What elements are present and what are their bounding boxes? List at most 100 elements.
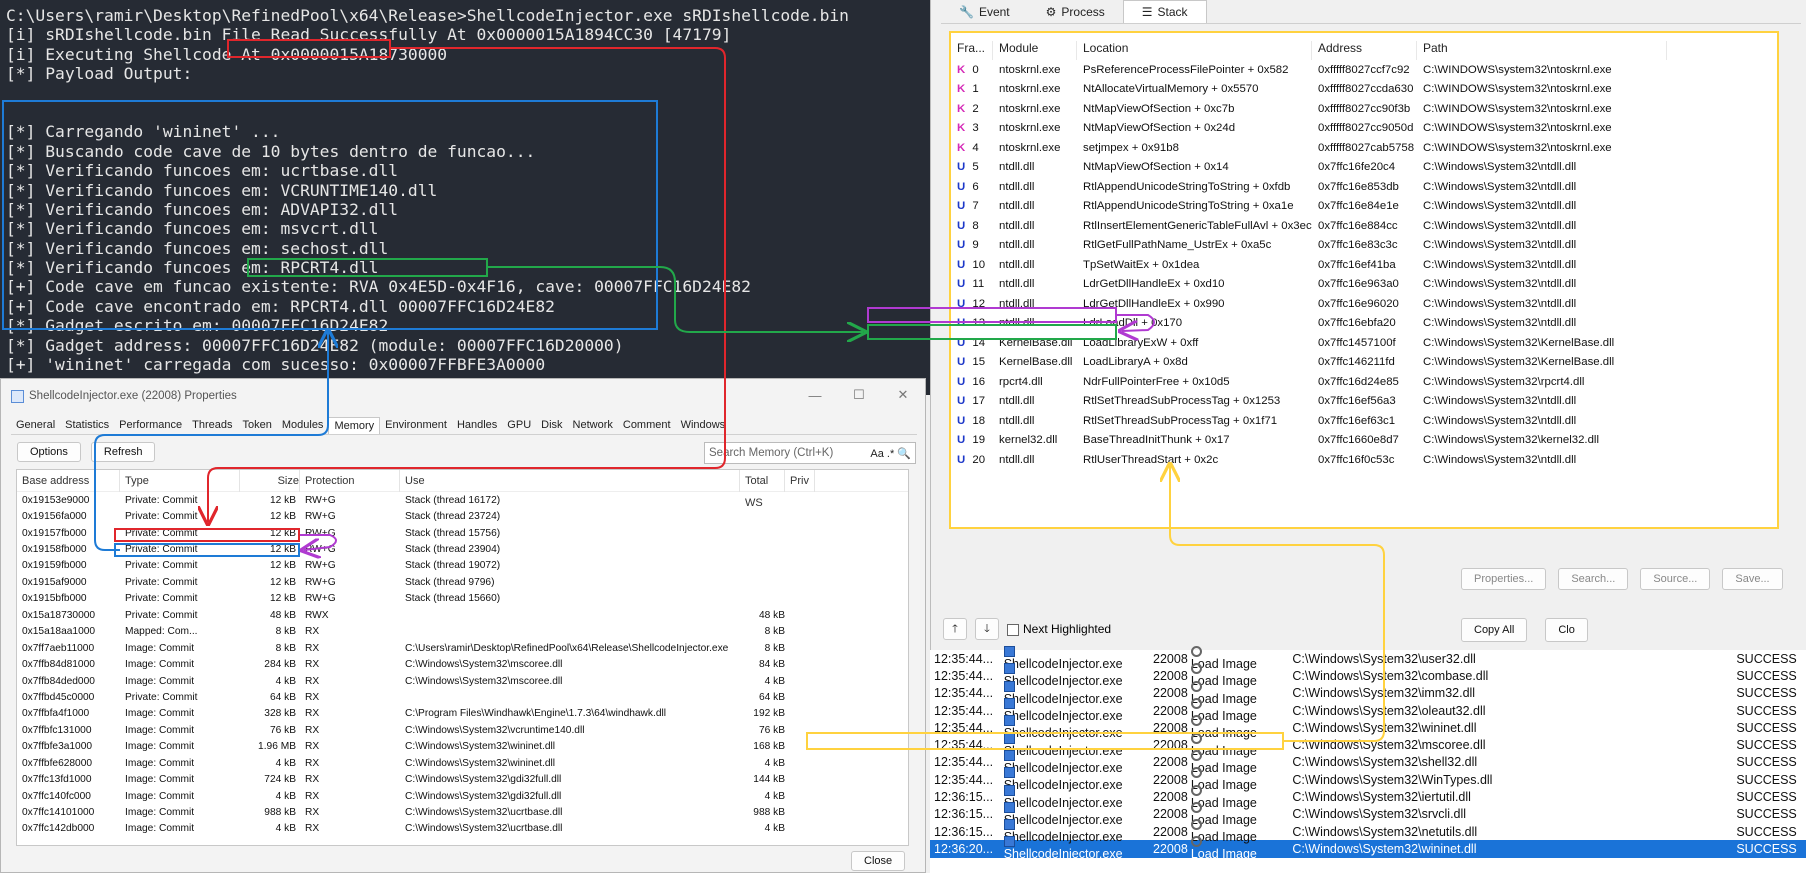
close-button-stack[interactable]: Clo: [1545, 618, 1588, 642]
stack-frame-row[interactable]: K 3 ntoskrnl.exe NtMapViewOfSection + 0x24…: [951, 119, 1777, 139]
stack-frame-row[interactable]: U 7 ntdll.dll RtlAppendUnicodeStringToStri…: [951, 197, 1777, 217]
tab-windows[interactable]: Windows: [676, 417, 731, 434]
table-row[interactable]: 0x7ffc13fd1000 Image: Commit 724 kB RX C:\Wi…: [17, 771, 908, 787]
column-header[interactable]: Protection: [300, 470, 400, 492]
table-row[interactable]: 0x7ff7aeb11000 Image: Commit 8 kB RX C:\User…: [17, 640, 908, 656]
table-row[interactable]: 0x19153e9000 Private: Commit 12 kB RW+G Stac…: [17, 492, 908, 508]
tab-event[interactable]: 🔧 Event: [941, 0, 1028, 23]
table-row[interactable]: 0x19158fb000 Private: Commit 12 kB RW+G Stac…: [17, 541, 908, 557]
column-header[interactable]: Base address: [17, 470, 120, 492]
tab-performance[interactable]: Performance: [114, 417, 187, 434]
column-header[interactable]: Fra...: [951, 41, 993, 60]
minimize-icon[interactable]: —: [793, 379, 837, 411]
tab-stack[interactable]: ☰ Stack: [1122, 0, 1207, 23]
process-icon: [1003, 749, 1015, 761]
save-button[interactable]: Save...: [1722, 568, 1783, 590]
table-row[interactable]: 0x19157fb000 Private: Commit 12 kB RW+G Stac…: [17, 525, 908, 541]
tab-comment[interactable]: Comment: [618, 417, 676, 434]
properties-button[interactable]: Properties...: [1461, 568, 1547, 590]
event-row[interactable]: 12:36:20... ShellcodeInjector.exe 22008 Loa…: [930, 836, 1806, 861]
stack-frame-row[interactable]: U 14 KernelBase.dll LoadLibraryExW + 0xff 0…: [951, 333, 1777, 353]
table-row[interactable]: 0x7ffb84ded000 Image: Commit 4 kB RX C:\Wind…: [17, 673, 908, 689]
column-header[interactable]: Type: [120, 470, 240, 492]
stack-frame-row[interactable]: U 13 ntdll.dll LdrLoadDll + 0x170 0x7ffc16e…: [951, 314, 1777, 334]
stack-frame-row[interactable]: U 10 ntdll.dll TpSetWaitEx + 0x1dea 0x7ffc1…: [951, 255, 1777, 275]
tab-token[interactable]: Token: [238, 417, 277, 434]
window-titlebar[interactable]: ShellcodeInjector.exe (22008) Properties…: [1, 379, 925, 413]
stack-frame-row[interactable]: U 6 ntdll.dll RtlAppendUnicodeStringToStri…: [951, 177, 1777, 197]
table-row[interactable]: 0x15a18730000 Private: Commit 48 kB RWX 48 k…: [17, 607, 908, 623]
options-button[interactable]: Options: [17, 442, 81, 462]
stack-frame-row[interactable]: U 5 ntdll.dll NtMapViewOfSection + 0x14 0x7…: [951, 158, 1777, 178]
table-row[interactable]: 0x7ffb84d81000 Image: Commit 284 kB RX C:\Wi…: [17, 656, 908, 672]
stack-frame-row[interactable]: U 17 ntdll.dll RtlSetThreadSubProcessTag +…: [951, 392, 1777, 412]
table-row[interactable]: 0x7ffbfa4f1000 Image: Commit 328 kB RX C:\Pr…: [17, 706, 908, 722]
search-options[interactable]: Aa .* 🔍: [870, 447, 911, 460]
table-row[interactable]: 0x7ffbfc131000 Image: Commit 76 kB RX C:\Win…: [17, 722, 908, 738]
stack-frame-row[interactable]: K 1 ntoskrnl.exe NtAllocateVirtualMemory +…: [951, 80, 1777, 100]
close-icon[interactable]: ✕: [881, 379, 925, 411]
event-time: 12:35:44...: [934, 668, 994, 683]
table-row[interactable]: 0x1915af9000 Private: Commit 12 kB RW+G Stac…: [17, 574, 908, 590]
source-button[interactable]: Source...: [1640, 568, 1711, 590]
stack-frame-row[interactable]: U 18 ntdll.dll RtlSetThreadSubProcessTag +…: [951, 411, 1777, 431]
copy-all-button[interactable]: Copy All: [1461, 618, 1528, 642]
stack-frame-row[interactable]: U 16 rpcrt4.dll NdrFullPointerFree + 0x10d…: [951, 372, 1777, 392]
stack-cell: C:\Windows\System32\ntdll.dll: [1423, 219, 1577, 232]
table-row[interactable]: 0x7ffc14101000 Image: Commit 988 kB RX C:\Wi…: [17, 804, 908, 820]
tab-handles[interactable]: Handles: [452, 417, 502, 434]
search-button[interactable]: Search...: [1558, 568, 1629, 590]
stack-frame-row[interactable]: K 2 ntoskrnl.exe NtMapViewOfSection + 0xc7…: [951, 99, 1777, 119]
stack-cell: C:\Windows\System32\ntdll.dll: [1423, 453, 1577, 466]
table-row[interactable]: 0x15a18aa1000 Mapped: Com... 8 kB RX 8 kB: [17, 624, 908, 640]
table-row[interactable]: 0x19156fa000 Private: Commit 12 kB RW+G Stac…: [17, 508, 908, 524]
table-row[interactable]: 0x7ffbfe3a1000 Image: Commit 1.96 MB RX C:\W…: [17, 739, 908, 755]
stack-frame-row[interactable]: U 19 kernel32.dll BaseThreadInitThunk + 0x…: [951, 431, 1777, 451]
tab-label: Process: [1061, 4, 1105, 19]
column-header[interactable]: Use: [400, 470, 740, 492]
tab-gpu[interactable]: GPU: [502, 417, 536, 434]
refresh-button[interactable]: Refresh: [90, 442, 156, 462]
tab-network[interactable]: Network: [568, 417, 618, 434]
table-row[interactable]: 0x1915bfb000 Private: Commit 12 kB RW+G Stac…: [17, 591, 908, 607]
stack-frame-row[interactable]: K 4 ntoskrnl.exe setjmpex + 0x91b8 0xfffff8…: [951, 138, 1777, 158]
next-highlighted-checkbox[interactable]: Next Highlighted: [1007, 622, 1111, 636]
table-row[interactable]: 0x7ffbd45c0000 Private: Commit 64 kB RX 64 k…: [17, 689, 908, 705]
table-row[interactable]: 0x7ffc142db000 Image: Commit 4 kB RX C:\Wind…: [17, 821, 908, 837]
column-header[interactable]: Priv: [785, 470, 815, 492]
tab-memory[interactable]: Memory: [328, 417, 381, 434]
column-header[interactable]: Path: [1417, 41, 1667, 60]
table-row[interactable]: 0x7ffbfe628000 Image: Commit 4 kB RX C:\Wind…: [17, 755, 908, 771]
stack-frame-row[interactable]: U 9 ntdll.dll RtlGetFullPathName_UstrEx + …: [951, 236, 1777, 256]
tab-statistics[interactable]: Statistics: [60, 417, 114, 434]
stack-frame-row[interactable]: K 0 ntoskrnl.exe PsReferenceProcessFilePoi…: [951, 60, 1777, 80]
column-header[interactable]: Total WS: [740, 470, 785, 509]
stack-frame-row[interactable]: U 12 ntdll.dll LdrGetDllHandleEx + 0x990 0x…: [951, 294, 1777, 314]
stack-frame-row[interactable]: U 8 ntdll.dll RtlInsertElementGenericTable…: [951, 216, 1777, 236]
event-icon: 🔧: [959, 4, 974, 19]
frame-number: 18: [969, 414, 986, 427]
column-header[interactable]: Location: [1077, 41, 1312, 60]
tab-threads[interactable]: Threads: [187, 417, 237, 434]
close-button[interactable]: Close: [851, 851, 906, 871]
tab-modules[interactable]: Modules: [277, 417, 329, 434]
search-memory-input[interactable]: Search Memory (Ctrl+K) Aa .* 🔍: [704, 442, 916, 464]
tab-disk[interactable]: Disk: [536, 417, 567, 434]
tab-environment[interactable]: Environment: [380, 417, 452, 434]
table-row[interactable]: 0x19159fb000 Private: Commit 12 kB RW+G Stac…: [17, 558, 908, 574]
arrow-up-icon[interactable]: 🡑: [943, 618, 967, 640]
tab-general[interactable]: General: [11, 417, 60, 434]
column-header[interactable]: Module: [993, 41, 1077, 60]
table-row[interactable]: 0x7ffc140fc000 Image: Commit 4 kB RX C:\Wind…: [17, 788, 908, 804]
column-header[interactable]: Address: [1312, 41, 1417, 60]
stack-frame-row[interactable]: U 20 ntdll.dll RtlUserThreadStart + 0x2c 0x…: [951, 450, 1777, 470]
tab-process[interactable]: ⚙ Process: [1028, 0, 1123, 23]
maximize-icon[interactable]: ☐: [837, 379, 881, 411]
process-icon: [1003, 732, 1015, 744]
gear-icon: [1190, 784, 1202, 796]
memory-cell: Private: Commit: [125, 691, 198, 703]
stack-frame-row[interactable]: U 15 KernelBase.dll LoadLibraryA + 0x8d 0x7…: [951, 353, 1777, 373]
stack-frame-row[interactable]: U 11 ntdll.dll LdrGetDllHandleEx + 0xd10 0x…: [951, 275, 1777, 295]
arrow-down-icon[interactable]: 🡓: [975, 618, 999, 640]
column-header[interactable]: Size: [240, 470, 300, 492]
